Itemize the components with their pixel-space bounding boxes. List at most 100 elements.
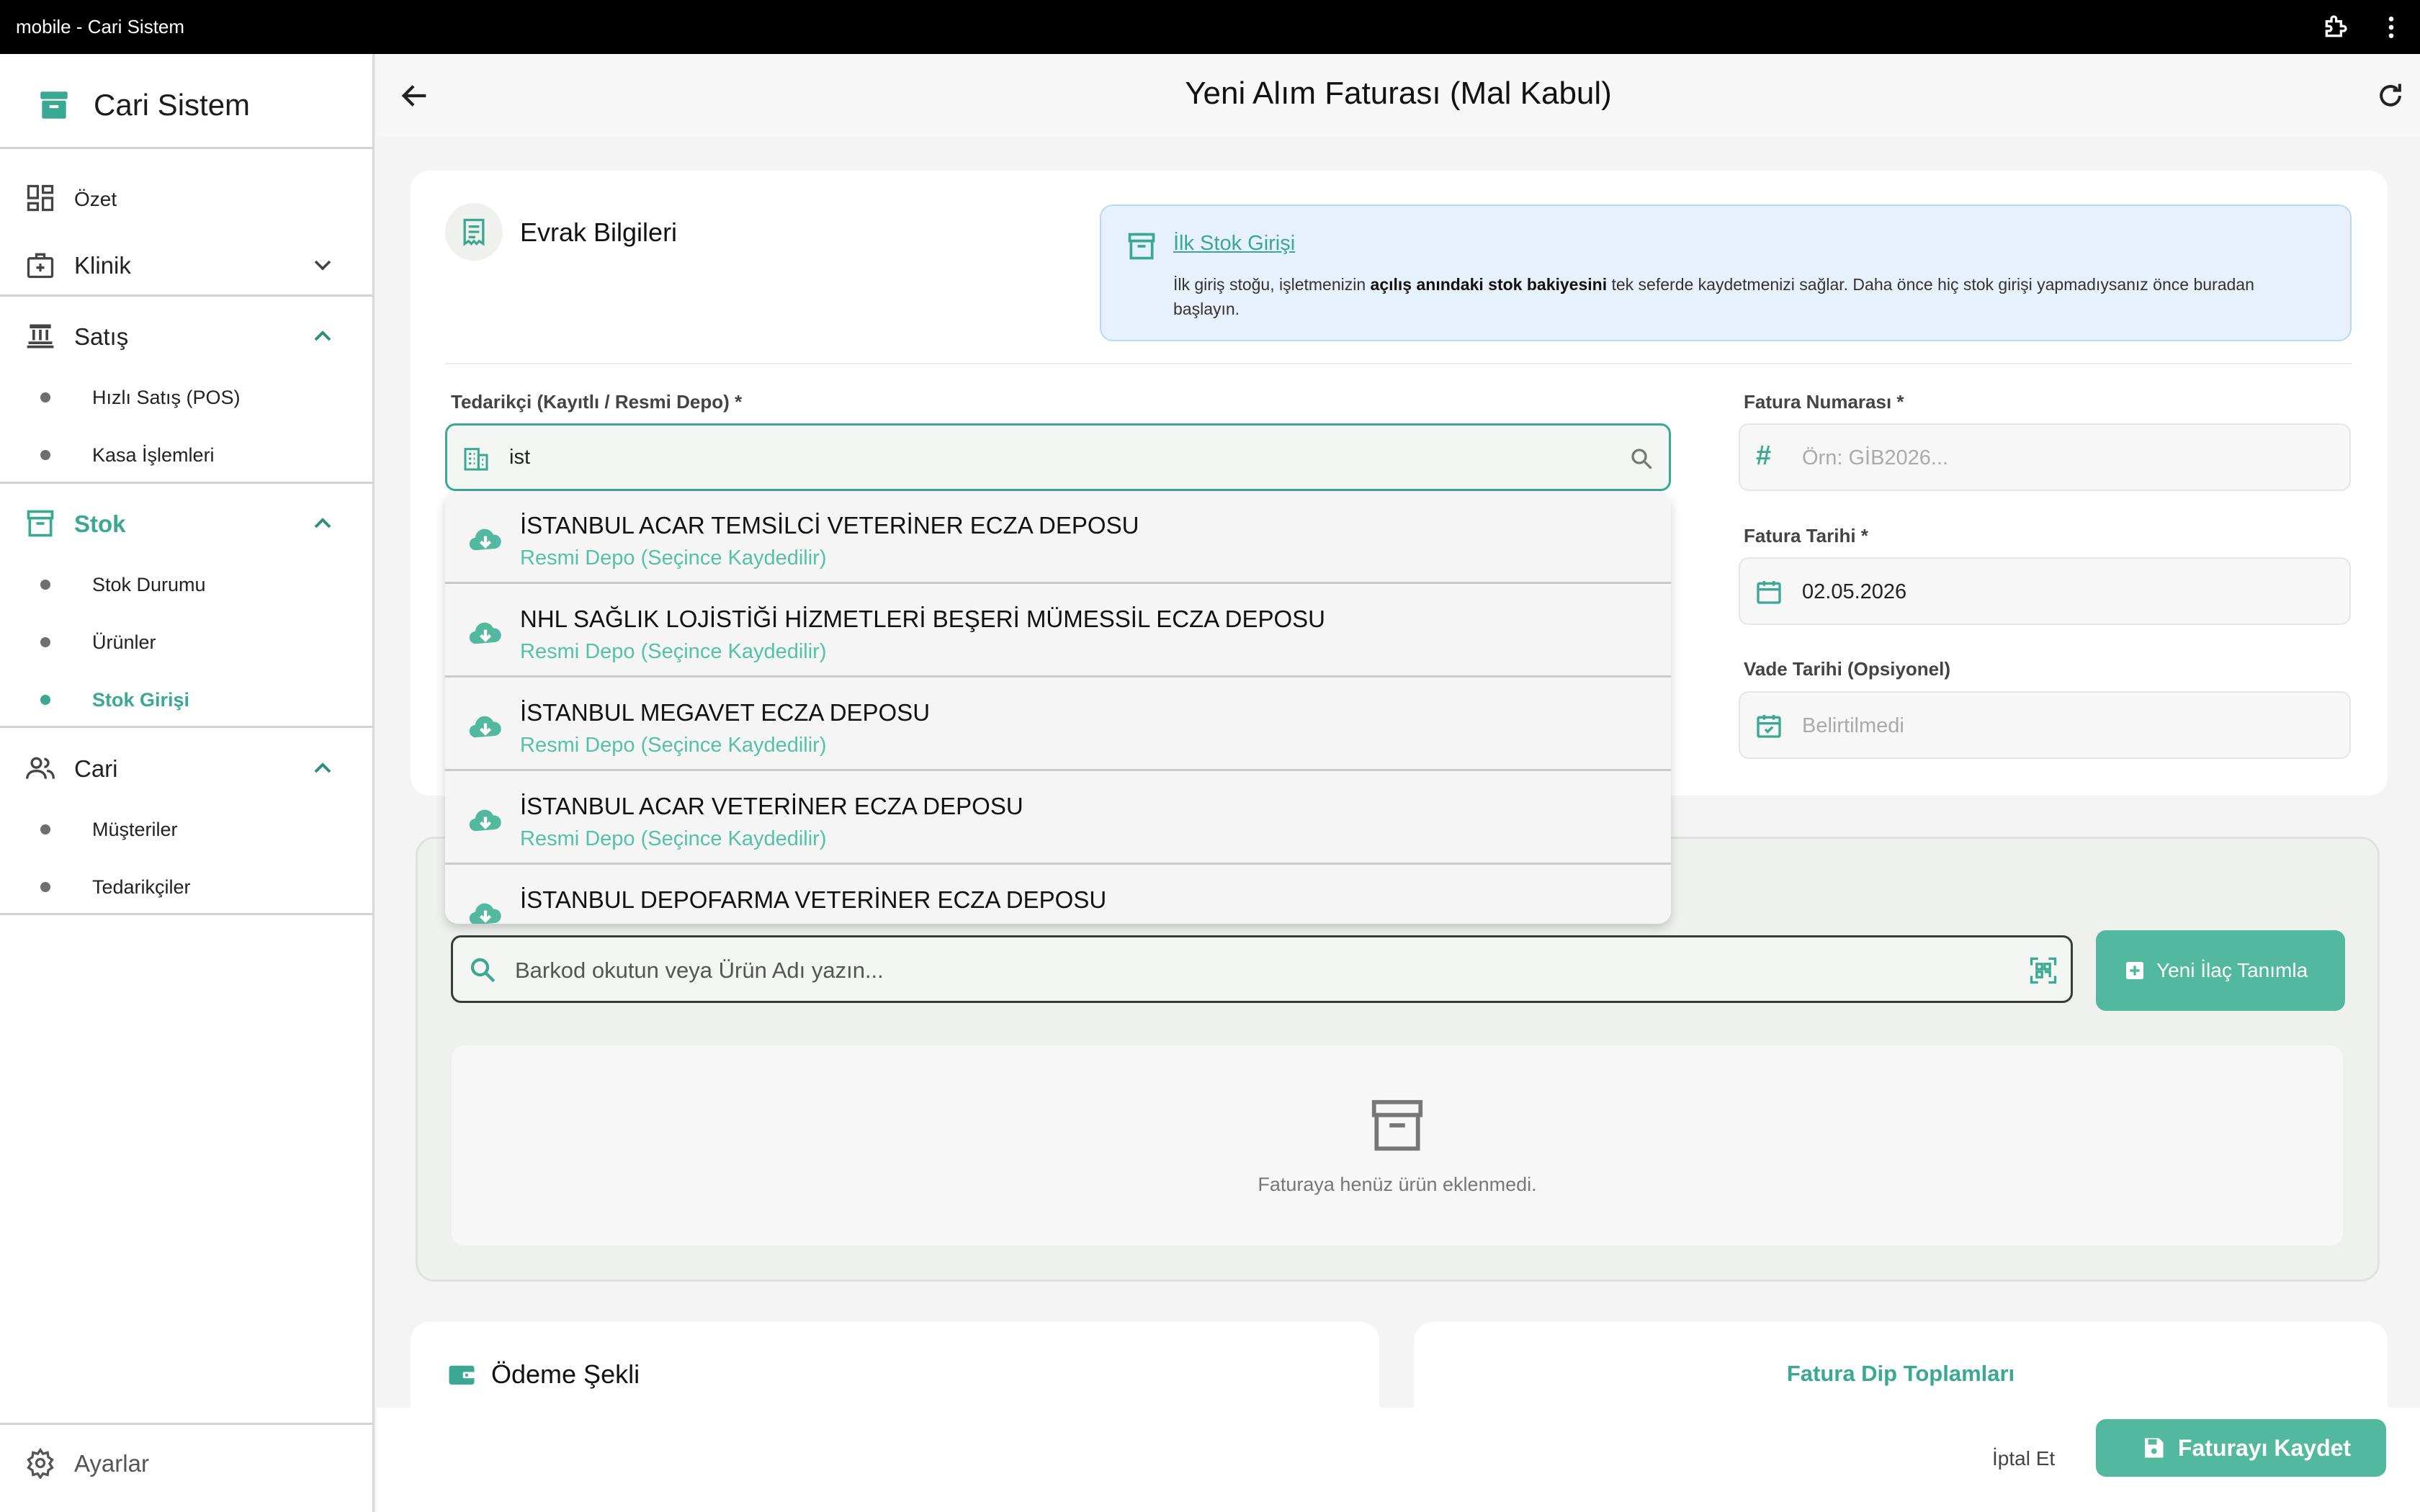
window-title-bar: mobile - Cari Sistem	[0, 0, 2420, 54]
receipt-icon	[463, 218, 485, 246]
qr-scan-icon[interactable]	[2027, 955, 2059, 986]
invoice-number-placeholder: Örn: GİB2026...	[1802, 446, 1949, 469]
bullet	[40, 637, 50, 647]
archive-icon	[40, 91, 68, 119]
sidebar-item-label: Müşteriler	[92, 819, 178, 840]
search-icon	[470, 958, 496, 983]
add-box-icon	[2126, 962, 2143, 979]
dashboard-icon	[27, 184, 54, 212]
sidebar-item-tedarikciler[interactable]: Tedarikçiler	[0, 865, 372, 909]
invoice-date-value: 02.05.2026	[1802, 580, 1907, 603]
sidebar-item-label: Ürünler	[92, 631, 156, 653]
save-invoice-button[interactable]: Faturayı Kaydet	[2096, 1419, 2386, 1477]
barcode-search-input[interactable]: Barkod okutun veya Ürün Adı yazın...	[451, 935, 2073, 1003]
chevron-down-icon	[314, 260, 331, 271]
divider	[0, 913, 372, 915]
people-icon	[26, 757, 55, 779]
sidebar-item-stok-girisi[interactable]: Stok Girişi	[0, 678, 372, 721]
invoice-number-label: Fatura Numarası *	[1744, 391, 1904, 413]
divider	[0, 1423, 372, 1425]
sidebar-item-satis[interactable]: Satış	[0, 311, 372, 361]
sidebar-item-label: Hızlı Satış (POS)	[92, 387, 241, 408]
section-title: Evrak Bilgileri	[520, 217, 678, 247]
sidebar-item-label: Stok Girişi	[92, 689, 190, 711]
suggestion-item[interactable]: İSTANBUL MEGAVET ECZA DEPOSU Resmi Depo …	[445, 679, 1671, 771]
sidebar-item-kasa[interactable]: Kasa İşlemleri	[0, 433, 372, 477]
invoice-date-label: Fatura Tarihi *	[1744, 525, 1868, 546]
new-drug-button[interactable]: Yeni İlaç Tanımla	[2096, 930, 2345, 1011]
bullet	[40, 392, 50, 402]
bullet	[40, 882, 50, 892]
suggestion-subtitle: Resmi Depo (Seçince Kaydedilir)	[520, 827, 827, 850]
first-stock-info-box: İlk Stok Girişi İlk giriş stoğu, işletme…	[1100, 204, 2352, 341]
totals-title: Fatura Dip Toplamları	[1786, 1361, 2015, 1386]
invoice-number-input[interactable]: # Örn: GİB2026...	[1739, 423, 2351, 491]
sidebar-item-cari[interactable]: Cari	[0, 743, 372, 793]
sidebar-item-label: Ayarlar	[74, 1450, 149, 1477]
sidebar-item-ayarlar[interactable]: Ayarlar	[0, 1436, 372, 1490]
hash-icon: #	[1756, 441, 1772, 471]
more-vert-icon[interactable]	[2377, 13, 2406, 42]
cancel-button[interactable]: İptal Et	[1992, 1447, 2055, 1470]
divider	[0, 147, 372, 149]
sidebar-item-label: Tedarikçiler	[92, 876, 191, 898]
empty-box-icon	[1371, 1099, 1423, 1151]
building-icon	[464, 448, 488, 471]
bullet	[40, 824, 50, 834]
chevron-up-icon	[314, 330, 331, 341]
sidebar-item-urunler[interactable]: Ürünler	[0, 621, 372, 664]
document-icon-wrap	[445, 203, 503, 261]
footer-bar: İptal Et Faturayı Kaydet	[377, 1408, 2420, 1512]
refresh-icon[interactable]	[2375, 80, 2406, 112]
suggestion-item[interactable]: NHL SAĞLIK LOJİSTİĞİ HİZMETLERİ BEŞERİ M…	[445, 585, 1671, 678]
suggestion-item[interactable]: İSTANBUL ACAR TEMSİLCİ VETERİNER ECZA DE…	[445, 492, 1671, 584]
new-drug-label: Yeni İlaç Tanımla	[2156, 959, 2308, 981]
medical-bag-icon	[27, 253, 54, 279]
cash-register-icon	[27, 324, 54, 348]
brand-name: Cari Sistem	[94, 88, 251, 122]
brand: Cari Sistem	[36, 80, 250, 130]
cloud-download-icon	[469, 903, 501, 924]
sidebar-item-hizli-satis[interactable]: Hızlı Satış (POS)	[0, 376, 372, 419]
search-icon	[1631, 449, 1652, 469]
sidebar-item-label: Stok	[74, 510, 126, 537]
suggestion-item[interactable]: İSTANBUL DEPOFARMA VETERİNER ECZA DEPOSU	[445, 866, 1671, 924]
divider	[0, 294, 372, 297]
wallet-icon	[449, 1365, 475, 1385]
suggestion-name: İSTANBUL ACAR TEMSİLCİ VETERİNER ECZA DE…	[520, 512, 1139, 539]
sidebar-item-stok[interactable]: Stok	[0, 498, 372, 549]
due-date-placeholder: Belirtilmedi	[1802, 714, 1904, 737]
empty-products-placeholder: Faturaya henüz ürün eklenmedi.	[452, 1045, 2343, 1246]
bullet	[40, 580, 50, 590]
page-title: Yeni Alım Faturası (Mal Kabul)	[1185, 76, 1612, 111]
supplier-value: ist	[509, 446, 530, 469]
divider	[0, 482, 372, 484]
sidebar-item-klinik[interactable]: Klinik	[0, 240, 372, 290]
invoice-date-input[interactable]: 02.05.2026	[1739, 557, 2351, 625]
sidebar-item-label: Özet	[74, 188, 117, 210]
divider	[445, 363, 2352, 364]
extension-icon[interactable]	[2321, 13, 2349, 42]
sidebar-item-label: Klinik	[74, 252, 131, 279]
save-invoice-label: Faturayı Kaydet	[2178, 1435, 2352, 1461]
sidebar-item-ozet[interactable]: Özet	[0, 176, 372, 220]
payment-title: Ödeme Şekli	[491, 1359, 640, 1389]
suggestion-subtitle: Resmi Depo (Seçince Kaydedilir)	[520, 546, 827, 570]
supplier-search-input[interactable]: ist	[445, 423, 1671, 491]
inventory-icon	[1128, 233, 1155, 260]
suggestion-subtitle: Resmi Depo (Seçince Kaydedilir)	[520, 640, 827, 663]
suggestion-name: İSTANBUL ACAR VETERİNER ECZA DEPOSU	[520, 793, 1023, 819]
supplier-label: Tedarikçi (Kayıtlı / Resmi Depo) *	[451, 391, 743, 413]
sidebar-item-musteriler[interactable]: Müşteriler	[0, 808, 372, 851]
due-date-input[interactable]: Belirtilmedi	[1739, 691, 2351, 759]
page-header: Yeni Alım Faturası (Mal Kabul)	[377, 54, 2420, 136]
sidebar-item-label: Stok Durumu	[92, 574, 206, 595]
suggestion-subtitle: Resmi Depo (Seçince Kaydedilir)	[520, 734, 827, 757]
first-stock-link[interactable]: İlk Stok Girişi	[1173, 232, 1295, 256]
gear-icon	[27, 1447, 54, 1479]
suggestion-item[interactable]: İSTANBUL ACAR VETERİNER ECZA DEPOSU Resm…	[445, 773, 1671, 865]
suggestion-name: İSTANBUL MEGAVET ECZA DEPOSU	[520, 699, 931, 726]
sidebar-item-stok-durumu[interactable]: Stok Durumu	[0, 563, 372, 606]
chevron-up-icon	[314, 762, 331, 773]
info-description: İlk giriş stoğu, işletmenizin açılış anı…	[1173, 272, 2297, 321]
